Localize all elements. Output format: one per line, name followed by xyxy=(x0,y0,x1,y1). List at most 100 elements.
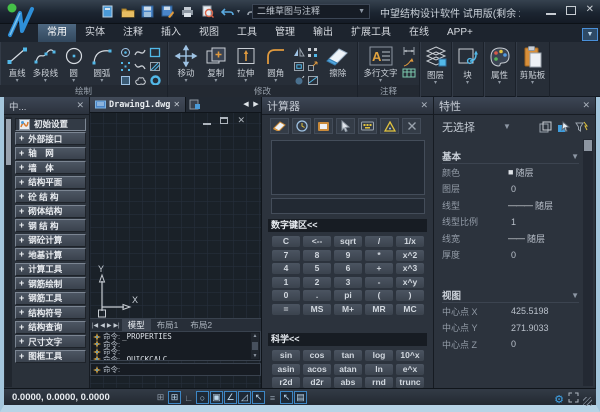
toggle-pickadd-icon[interactable] xyxy=(538,120,553,134)
ribbon-tab[interactable]: 实体 xyxy=(76,24,114,42)
child-close-button[interactable]: ✕ xyxy=(237,116,245,125)
calc-paste-to-commandline-icon[interactable] xyxy=(314,118,333,134)
circle-button[interactable]: 圆 xyxy=(60,44,88,84)
calculator-close-icon[interactable]: ✕ xyxy=(420,100,428,111)
numpad-section-header[interactable]: 数字键区<< xyxy=(268,219,427,232)
undo-dropdown-icon[interactable]: ▾ xyxy=(237,8,240,15)
dynamic-input-icon[interactable]: ↖ xyxy=(252,391,265,404)
dimension-icon[interactable] xyxy=(402,46,416,56)
annotation-monitor-icon[interactable]: ▤ xyxy=(294,391,307,404)
layout-tab[interactable]: 布局2 xyxy=(184,319,218,331)
tab-scroll-left-icon[interactable]: ◀ xyxy=(241,97,251,112)
new-drawing-icon[interactable] xyxy=(100,4,115,19)
properties-scrollbar[interactable] xyxy=(583,139,593,386)
sidebar-item[interactable]: + 墙 体 xyxy=(15,161,86,174)
fillet-button[interactable]: 圆角 xyxy=(261,44,291,84)
calc-key[interactable]: = xyxy=(272,304,300,315)
save-icon[interactable] xyxy=(140,4,155,19)
calc-sci-key[interactable]: trunc xyxy=(396,377,424,388)
calc-key[interactable]: + xyxy=(365,263,393,274)
structure-palette-close-icon[interactable]: ✕ xyxy=(76,100,84,111)
calc-key[interactable]: 8 xyxy=(303,250,331,261)
lineweight-toggle-icon[interactable]: ≡ xyxy=(266,391,279,404)
save-as-icon[interactable] xyxy=(160,4,175,19)
sidebar-item[interactable]: + 初始设置 xyxy=(15,118,86,131)
calc-key[interactable]: ) xyxy=(396,290,424,301)
sidebar-item[interactable]: + 图框工具 xyxy=(15,350,86,363)
drawing-area[interactable]: Drawing1.dwg ✕ ◀ ▶ ✕ xyxy=(90,97,262,388)
ortho-toggle-icon[interactable]: ∟ xyxy=(182,391,195,404)
calc-units-conversion-icon[interactable] xyxy=(380,118,399,134)
calc-key[interactable]: 5 xyxy=(303,263,331,274)
ribbon-tab[interactable]: 常用 xyxy=(38,24,76,42)
document-tab[interactable]: Drawing1.dwg ✕ xyxy=(90,97,186,112)
layout-first-icon[interactable]: |◀ xyxy=(92,322,98,329)
quick-select-icon[interactable] xyxy=(574,120,589,134)
erase-button[interactable]: 擦除 xyxy=(322,44,354,79)
calc-key[interactable]: <-- xyxy=(303,236,331,247)
child-minimize-button[interactable] xyxy=(203,123,211,125)
sidebar-item[interactable]: + 砌体结构 xyxy=(15,205,86,218)
stretch-button[interactable]: 拉伸 xyxy=(231,44,261,84)
calculator-history-display[interactable] xyxy=(271,140,425,195)
command-scrollbar[interactable]: ▲▼ xyxy=(251,333,259,359)
calc-key[interactable]: 1/x xyxy=(396,236,424,247)
scale-icon[interactable] xyxy=(307,60,320,73)
new-tab-button[interactable] xyxy=(186,97,204,112)
calc-sci-key[interactable]: tan xyxy=(334,350,362,361)
calc-key[interactable]: 3 xyxy=(334,277,362,288)
ribbon-tab[interactable]: APP+ xyxy=(438,24,482,42)
calc-sci-key[interactable]: d2r xyxy=(303,377,331,388)
sidebar-item[interactable]: + 钢 结 构 xyxy=(15,219,86,232)
calc-key[interactable]: 4 xyxy=(272,263,300,274)
calc-key[interactable]: 1 xyxy=(272,277,300,288)
calc-key[interactable]: x^y xyxy=(396,277,424,288)
sidebar-item[interactable]: + 砼 结 构 xyxy=(15,190,86,203)
calc-key[interactable]: 6 xyxy=(334,263,362,274)
snap-toggle-icon[interactable]: ⊞ xyxy=(154,391,167,404)
undo-icon[interactable] xyxy=(220,4,235,19)
layout-prev-icon[interactable]: ◀ xyxy=(100,322,105,329)
leader-icon[interactable] xyxy=(402,57,416,67)
property-row[interactable]: 图层 0 xyxy=(442,181,579,198)
calc-sci-key[interactable]: ln xyxy=(365,364,393,375)
object-tracking-icon[interactable]: ∠ xyxy=(224,391,237,404)
ribbon-options-dropdown-icon[interactable]: ▼ xyxy=(582,28,598,41)
points-icon[interactable] xyxy=(118,60,132,73)
calc-sci-key[interactable]: asin xyxy=(272,364,300,375)
point-icon[interactable] xyxy=(118,46,132,59)
document-tab-close-icon[interactable]: ✕ xyxy=(173,100,180,109)
settings-gear-icon[interactable]: ⚙ xyxy=(554,393,564,406)
mirror-icon[interactable] xyxy=(293,46,306,59)
properties-button[interactable]: 属性 xyxy=(487,44,512,97)
spline-icon[interactable] xyxy=(133,46,147,59)
property-row[interactable]: 中心点 Y 271.9033 xyxy=(442,320,579,337)
calc-key[interactable]: . xyxy=(303,290,331,301)
calc-key[interactable]: / xyxy=(365,236,393,247)
polyline-button[interactable]: 多段线 xyxy=(31,44,59,84)
object-snap-icon[interactable]: ▣ xyxy=(210,391,223,404)
calc-key[interactable]: MS xyxy=(303,304,331,315)
tab-scroll-right-icon[interactable]: ▶ xyxy=(251,97,261,112)
sidebar-item[interactable]: + 钢砼计算 xyxy=(15,234,86,247)
dynamic-ucs-icon[interactable]: ◿ xyxy=(238,391,251,404)
sidebar-item[interactable]: + 地基计算 xyxy=(15,248,86,261)
layout-last-icon[interactable]: ▶| xyxy=(113,322,119,329)
property-row[interactable]: 线型 ——— 随层 xyxy=(442,197,579,214)
calc-sci-key[interactable]: abs xyxy=(334,377,362,388)
calc-sci-key[interactable]: r2d xyxy=(272,377,300,388)
grid-toggle-icon[interactable]: ⊞ xyxy=(168,391,181,404)
property-row[interactable]: 厚度 0 xyxy=(442,247,579,264)
sidebar-item[interactable]: + 计算工具 xyxy=(15,263,86,276)
mtext-button[interactable]: A 多行文字 xyxy=(361,44,400,84)
calc-key[interactable]: - xyxy=(365,277,393,288)
array-icon[interactable] xyxy=(307,46,320,59)
sidebar-item[interactable]: + 外部接口 xyxy=(15,132,86,145)
child-restore-button[interactable] xyxy=(220,117,228,124)
calc-key[interactable]: sqrt xyxy=(334,236,362,247)
calc-key[interactable]: pi xyxy=(334,290,362,301)
properties-close-icon[interactable]: ✕ xyxy=(582,100,590,111)
calc-sci-key[interactable]: acos xyxy=(303,364,331,375)
calc-key[interactable]: M+ xyxy=(334,304,362,315)
line-button[interactable]: 直线 xyxy=(3,44,31,84)
